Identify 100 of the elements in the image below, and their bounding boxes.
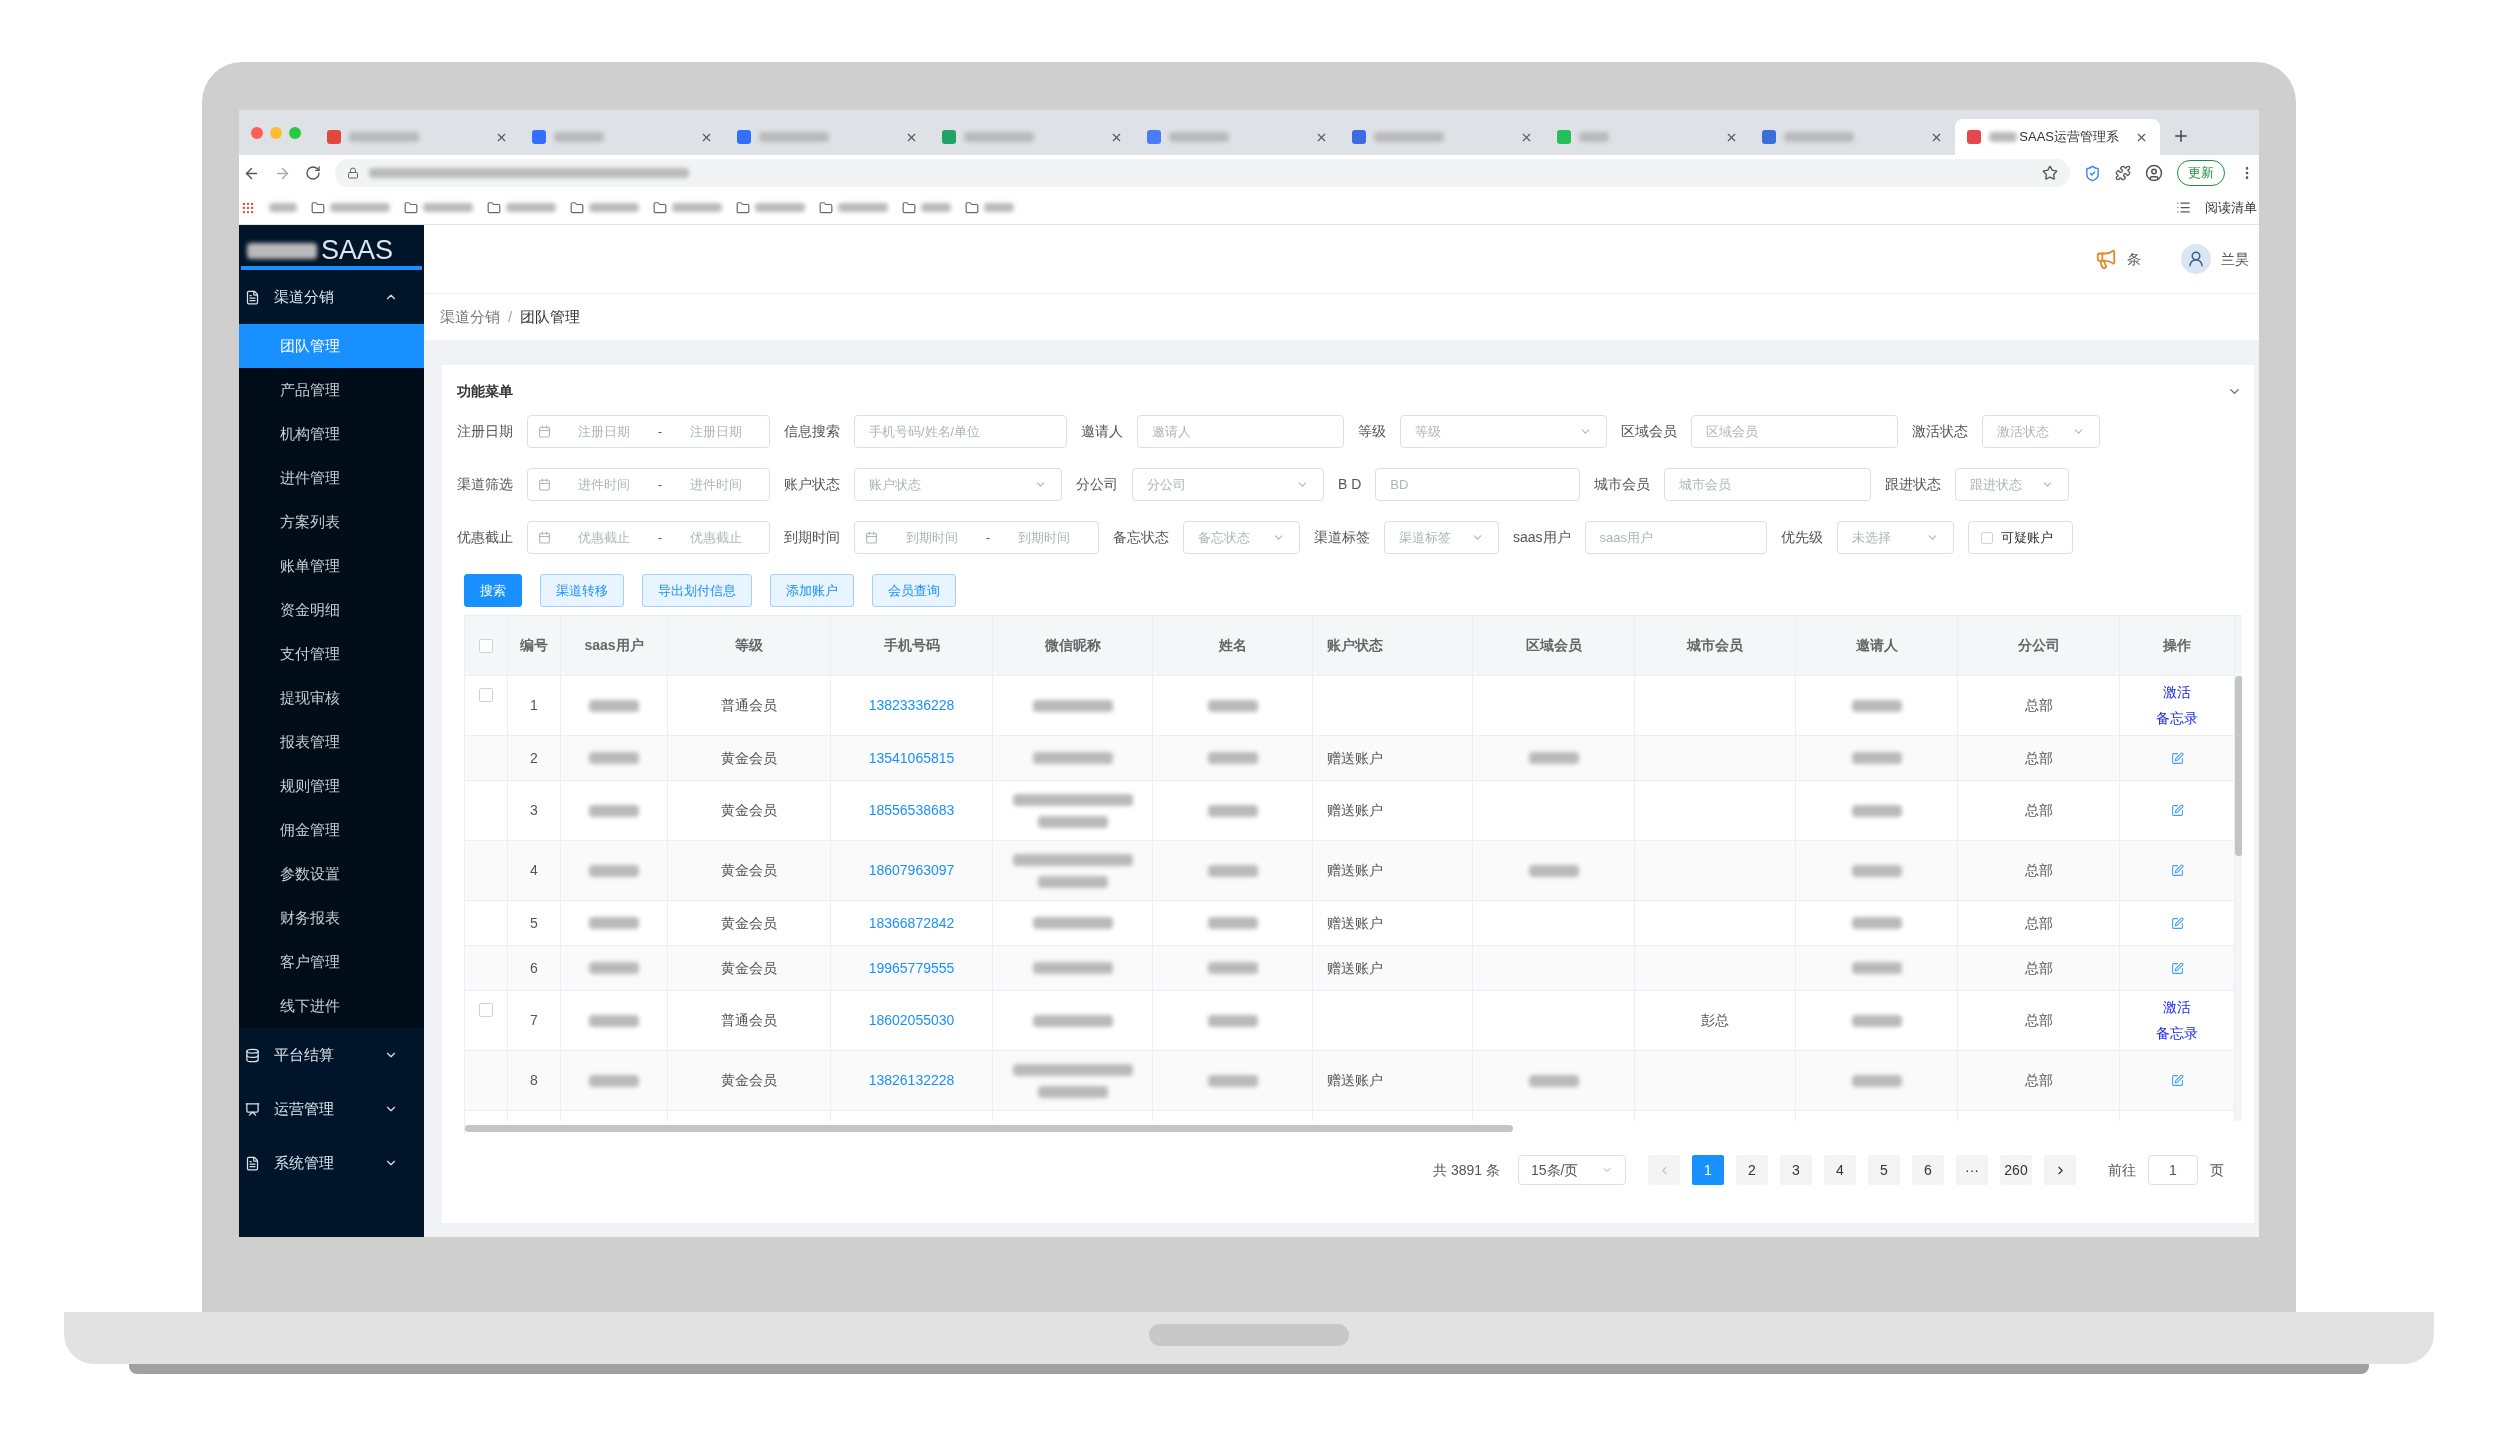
menu-item[interactable]: 参数设置	[239, 852, 424, 896]
menu-item[interactable]: 进件管理	[239, 456, 424, 500]
shield-icon[interactable]	[2084, 164, 2101, 182]
date-range-field[interactable]: 进件时间 - 进件时间	[527, 468, 770, 501]
menu-item[interactable]: 支付管理	[239, 632, 424, 676]
new-tab-icon[interactable]	[2172, 127, 2190, 145]
table-cell-text: 3	[530, 801, 538, 820]
menu-item[interactable]: 报表管理	[239, 720, 424, 764]
page-button[interactable]: 3	[1780, 1155, 1812, 1185]
menu-item[interactable]: 客户管理	[239, 940, 424, 984]
page-button[interactable]: 260	[2000, 1155, 2032, 1185]
date-range-field[interactable]: 优惠截止 - 优惠截止	[527, 521, 770, 554]
checkbox[interactable]	[479, 638, 493, 653]
field-label: 城市会员	[1594, 475, 1651, 494]
edit-icon[interactable]	[2170, 864, 2184, 877]
blurred-text	[1989, 132, 2018, 142]
vertical-scrollbar[interactable]	[2235, 676, 2242, 856]
folder-icon[interactable]	[487, 200, 501, 215]
edit-icon[interactable]	[2170, 916, 2184, 930]
folder-icon[interactable]	[404, 200, 418, 215]
menu-item[interactable]: 提现审核	[239, 676, 424, 720]
date-range-field[interactable]: 注册日期 - 注册日期	[527, 415, 770, 448]
menu-group[interactable]: 系统管理	[239, 1136, 424, 1190]
column-header: 邀请人	[1855, 636, 1898, 655]
action-link[interactable]: 激活	[2163, 682, 2191, 703]
input-field[interactable]: BD	[1375, 468, 1581, 501]
breadcrumb-item[interactable]: 渠道分销	[440, 305, 500, 329]
edit-icon[interactable]	[2170, 1074, 2184, 1087]
edit-icon[interactable]	[2170, 751, 2184, 765]
reading-list-link[interactable]: 阅读清单	[2205, 197, 2257, 218]
folder-icon[interactable]	[902, 200, 916, 215]
menu-item[interactable]: 机构管理	[239, 412, 424, 456]
table-cell-text: 黄金会员	[721, 748, 777, 768]
page-button[interactable]: 4	[1824, 1155, 1856, 1185]
menu-group[interactable]: 平台结算	[239, 1028, 424, 1082]
page-size-select[interactable]: 15条/页	[1518, 1155, 1626, 1185]
menu-item[interactable]: 财务报表	[239, 896, 424, 940]
table-cell-text: 总部	[2024, 913, 2053, 933]
page-button[interactable]: ···	[1956, 1155, 1988, 1185]
folder-icon[interactable]	[965, 200, 979, 215]
input-field[interactable]: saas用户	[1584, 521, 1767, 554]
blurred-text	[759, 132, 829, 142]
panel-title: 功能菜单	[457, 381, 514, 401]
megaphone-icon[interactable]	[2095, 248, 2117, 270]
calendar-icon	[538, 478, 551, 491]
folder-icon[interactable]	[819, 200, 833, 215]
folder-icon[interactable]	[736, 200, 750, 215]
browser-tab[interactable]: SAAS运营管理系	[1955, 119, 2160, 155]
horizontal-scrollbar[interactable]	[465, 1124, 1513, 1132]
checkbox[interactable]	[479, 1003, 493, 1017]
reload-icon[interactable]	[305, 165, 321, 181]
menu-group[interactable]: 渠道分销	[239, 270, 424, 324]
table-cell-text: 7	[530, 1011, 538, 1030]
blurred-text	[1169, 132, 1229, 142]
checkbox[interactable]	[479, 688, 493, 702]
table-cell-text: 6	[530, 958, 538, 978]
blurred-text	[247, 242, 317, 259]
edit-icon[interactable]	[2170, 804, 2184, 817]
menu-item[interactable]: 规则管理	[239, 764, 424, 808]
menu-item[interactable]: 产品管理	[239, 368, 424, 412]
folder-icon[interactable]	[311, 200, 325, 215]
table-cell-text: 黄金会员	[721, 1071, 777, 1090]
action-link[interactable]: 备忘录	[2156, 1023, 2198, 1044]
action-link[interactable]: 备忘录	[2156, 708, 2198, 729]
input-field[interactable]: 区域会员	[1691, 415, 1898, 448]
menu-item[interactable]: 方案列表	[239, 500, 424, 544]
page-button[interactable]: 6	[1912, 1155, 1944, 1185]
blurred-text	[269, 203, 297, 212]
blurred-text	[838, 203, 888, 212]
input-field[interactable]: 手机号码/姓名/单位	[854, 415, 1067, 448]
page-input[interactable]: 1	[2148, 1155, 2198, 1185]
input-field[interactable]: 城市会员	[1664, 468, 1872, 501]
profile-icon[interactable]	[2145, 164, 2163, 182]
input-field[interactable]: 邀请人	[1137, 415, 1344, 448]
date-range-field[interactable]: 到期时间 - 到期时间	[854, 521, 1099, 554]
breadcrumb-separator: /	[508, 306, 513, 327]
field-label: 账户状态	[784, 475, 840, 494]
field-label: 信息搜索	[784, 422, 840, 441]
menu-item[interactable]: 佣金管理	[239, 808, 424, 852]
page-button[interactable]: 2	[1736, 1155, 1768, 1185]
table-cell-text: 总部	[2024, 748, 2053, 768]
blurred-text	[984, 203, 1014, 212]
action-link[interactable]: 激活	[2163, 997, 2191, 1018]
blurred-text	[1784, 132, 1854, 142]
bookmark-star-icon[interactable]	[2042, 165, 2058, 181]
folder-icon[interactable]	[653, 200, 667, 215]
folder-icon[interactable]	[570, 200, 584, 215]
goto-label: 前往	[2108, 1160, 2136, 1180]
apps-icon[interactable]	[241, 200, 255, 215]
menu-item[interactable]: 线下进件	[239, 984, 424, 1028]
logo: SAAS	[239, 237, 424, 266]
extensions-icon[interactable]	[2115, 165, 2131, 181]
checkbox-field[interactable]: 可疑账户	[1967, 521, 2073, 554]
edit-icon[interactable]	[2170, 961, 2184, 975]
menu-item[interactable]: 账单管理	[239, 544, 424, 588]
page-button[interactable]: 5	[1868, 1155, 1900, 1185]
menu-item[interactable]: 资金明细	[239, 588, 424, 632]
menu-group[interactable]: 运营管理	[239, 1082, 424, 1136]
field-label: 激活状态	[1912, 422, 1968, 441]
reading-list-icon[interactable]	[2176, 200, 2191, 215]
